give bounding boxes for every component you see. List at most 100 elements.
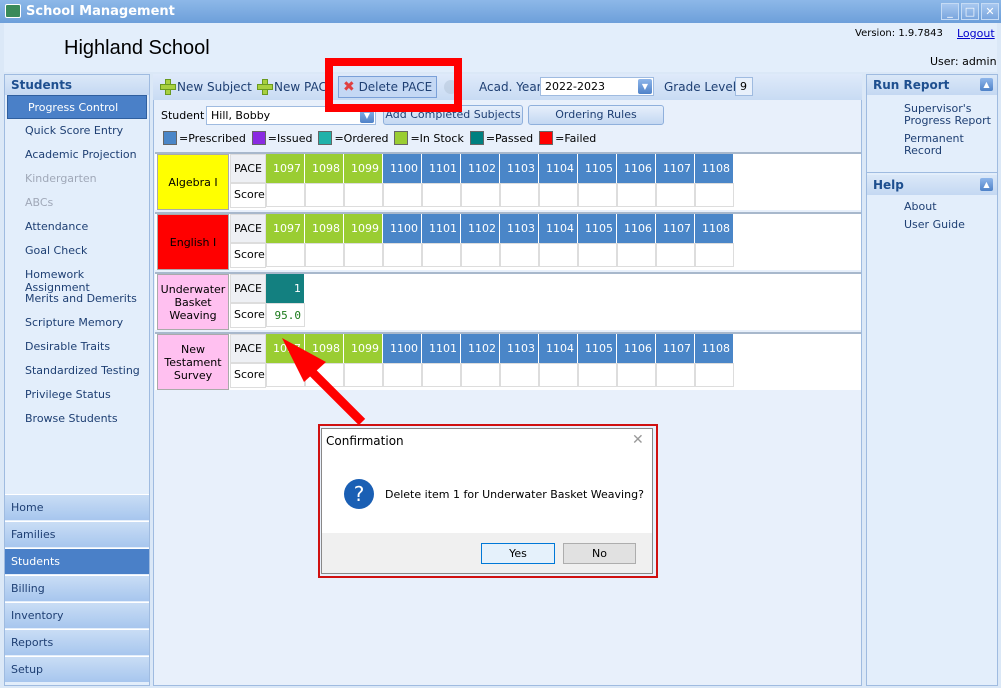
pace-cell[interactable]: 1101 [422,334,461,363]
score-cell[interactable] [578,363,617,387]
pace-cell[interactable]: 1103 [500,334,539,363]
score-cell[interactable] [383,183,422,207]
score-cell[interactable] [695,243,734,267]
nav-inventory[interactable]: Inventory [5,602,149,628]
close-button[interactable]: ✕ [981,3,999,20]
nav-billing[interactable]: Billing [5,575,149,601]
pace-cell[interactable]: 1102 [461,154,500,183]
pace-cell[interactable]: 1098 [305,334,344,363]
score-cell[interactable] [695,183,734,207]
user-guide-link[interactable]: User Guide [867,219,997,231]
sidebar-item-academic-projection[interactable]: Academic Projection [5,143,149,167]
new-subject-button[interactable]: New Subject [160,78,252,97]
student-select[interactable]: Hill, Bobby ▼ [206,106,376,125]
maximize-button[interactable]: □ [961,3,979,20]
pace-cell[interactable]: 1107 [656,214,695,243]
score-cell[interactable] [266,243,305,267]
score-cell[interactable] [344,363,383,387]
pace-cell[interactable]: 1107 [656,334,695,363]
score-cell[interactable] [305,243,344,267]
sidebar-item-progress-control[interactable]: Progress Control [7,95,147,119]
score-cell[interactable]: 95.0 [266,303,305,327]
ordering-rules-button[interactable]: Ordering Rules [528,105,664,125]
pace-cell[interactable]: 1100 [383,154,422,183]
acad-year-select[interactable]: 2022-2023 ▼ [540,77,654,96]
new-pace-button[interactable]: New PACE [257,78,327,97]
pace-cell[interactable]: 1108 [695,154,734,183]
score-cell[interactable] [617,363,656,387]
collapse-icon[interactable]: ▲ [980,178,993,191]
pace-cell[interactable]: 1099 [344,154,383,183]
pace-cell[interactable]: 1100 [383,334,422,363]
nav-home[interactable]: Home [5,494,149,520]
pace-cell[interactable]: 1104 [539,214,578,243]
pace-cell[interactable]: 1103 [500,214,539,243]
sidebar-item-goal-check[interactable]: Goal Check [5,239,149,263]
logout-link[interactable]: Logout [957,27,995,40]
score-cell[interactable] [656,363,695,387]
help-header[interactable]: Help ▲ [867,175,997,195]
score-cell[interactable] [305,183,344,207]
pace-cell[interactable]: 1099 [344,334,383,363]
score-cell[interactable] [695,363,734,387]
score-cell[interactable] [305,363,344,387]
pace-cell[interactable]: 1103 [500,154,539,183]
pace-cell[interactable]: 1104 [539,154,578,183]
pace-cell[interactable]: 1097 [266,214,305,243]
score-cell[interactable] [422,183,461,207]
score-cell[interactable] [617,243,656,267]
score-cell[interactable] [344,183,383,207]
score-cell[interactable] [578,243,617,267]
sidebar-item-scripture-memory[interactable]: Scripture Memory [5,311,149,335]
pace-cell[interactable]: 1106 [617,214,656,243]
dialog-close-icon[interactable]: ✕ [632,432,644,448]
pace-cell[interactable]: 1097 [266,154,305,183]
toolbar-icon[interactable] [444,80,458,94]
subject-cell[interactable]: Underwater Basket Weaving [157,274,229,330]
score-cell[interactable] [344,243,383,267]
pace-cell[interactable]: 1107 [656,154,695,183]
score-cell[interactable] [539,183,578,207]
nav-students[interactable]: Students [5,548,149,574]
score-cell[interactable] [500,243,539,267]
minimize-button[interactable]: _ [941,3,959,20]
score-cell[interactable] [500,183,539,207]
pace-cell[interactable]: 1105 [578,334,617,363]
subject-cell[interactable]: English I [157,214,229,270]
pace-cell[interactable]: 1098 [305,154,344,183]
no-button[interactable]: No [563,543,636,564]
score-cell[interactable] [383,243,422,267]
pace-cell[interactable]: 1098 [305,214,344,243]
sidebar-item-browse-students[interactable]: Browse Students [5,407,149,431]
pace-cell[interactable]: 1106 [617,334,656,363]
sidebar-item-standardized-testing[interactable]: Standardized Testing [5,359,149,383]
pace-cell[interactable]: 1101 [422,154,461,183]
nav-setup[interactable]: Setup [5,656,149,682]
score-cell[interactable] [656,183,695,207]
sidebar-item-privilege-status[interactable]: Privilege Status [5,383,149,407]
pace-cell[interactable]: 1100 [383,214,422,243]
pace-cell[interactable]: 1105 [578,154,617,183]
sidebar-item-quick-score-entry[interactable]: Quick Score Entry [5,119,149,143]
subject-cell[interactable]: New Testament Survey [157,334,229,390]
score-cell[interactable] [422,363,461,387]
yes-button[interactable]: Yes [481,543,555,564]
sidebar-item-attendance[interactable]: Attendance [5,215,149,239]
score-cell[interactable] [500,363,539,387]
score-cell[interactable] [461,363,500,387]
nav-families[interactable]: Families [5,521,149,547]
delete-pace-button[interactable]: ✖ Delete PACE [338,76,438,98]
pace-cell[interactable]: 1101 [422,214,461,243]
score-cell[interactable] [617,183,656,207]
pace-cell[interactable]: 1102 [461,334,500,363]
pace-cell[interactable]: 1106 [617,154,656,183]
pace-cell[interactable]: 1105 [578,214,617,243]
score-cell[interactable] [422,243,461,267]
score-cell[interactable] [539,363,578,387]
nav-reports[interactable]: Reports [5,629,149,655]
permanent-record-link[interactable]: Permanent Record [867,133,997,157]
score-cell[interactable] [656,243,695,267]
run-report-header[interactable]: Run Report ▲ [867,75,997,95]
subject-cell[interactable]: Algebra I [157,154,229,210]
sidebar-item-desirable-traits[interactable]: Desirable Traits [5,335,149,359]
